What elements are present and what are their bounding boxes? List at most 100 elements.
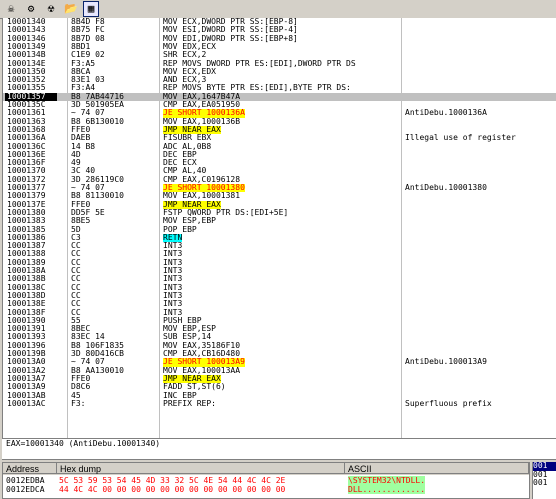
disasm-row[interactable]: 100013AC F3: PREFIX REP: Superfluous prefix [3,400,556,408]
disasm-instruction: INT3 [163,308,183,317]
disasm-row[interactable]: 10001340 8B4D F8 MOV ECX,DWORD PTR SS:[EBP… [3,18,556,26]
disasm-row[interactable]: 10001386 C3 RETN [3,233,556,243]
disasm-row[interactable]: 10001343 8B75 FC MOV ESI,DWORD PTR SS:[EBP… [3,26,556,34]
disasm-row[interactable]: 10001396 B8 106F1835 MOV EAX,35186F10 [3,342,556,350]
folder-icon[interactable]: 📂 [63,1,79,17]
disasm-address: 1000138B [7,275,46,284]
disasm-row[interactable]: 1000134B C1E9 02 SHR ECX,2 [3,51,556,59]
disasm-row[interactable]: 10001389 CC INT3 [3,259,556,267]
disasm-instruction: MOV EDI,DWORD PTR SS:[EBP+8] [163,34,298,43]
disasm-instruction: SUB ESP,14 [163,333,212,342]
disasm-instruction: REP MOVS DWORD PTR ES:[EDI],DWORD PTR DS [163,59,356,68]
disasm-address: 1000134E [7,59,46,68]
disasm-address: 1000135C [7,101,46,109]
disasm-address: 1000138E [7,300,46,309]
disasm-instruction: FISUBR EBX [163,134,212,143]
disasm-row[interactable]: 10001368 FFE0 JMP NEAR EAX [3,125,556,135]
stack-pane[interactable]: 001 001 001 [532,462,556,499]
disasm-row[interactable]: 1000135C 3D 501905EA CMP EAX,EA051950 [3,101,556,109]
disasm-row[interactable]: 10001363 B8 6B130010 MOV EAX,1000136B [3,118,556,126]
disasm-hex: B8 7AB44716 [71,92,124,101]
disasm-row[interactable]: 1000136C 14 B8 ADC AL,0B8 [3,143,556,151]
disasm-instruction: CMP AL,40 [163,167,207,176]
disasm-instruction: MOV ESP,EBP [163,217,216,226]
breakpoints-icon[interactable]: ▦ [83,1,99,17]
disasm-row[interactable]: 10001388 CC INT3 [3,250,556,258]
disasm-row[interactable]: 10001361 ~ 74 07 JE SHORT 1000136A AntiDebu… [3,109,556,118]
stack-row[interactable]: 001 [533,478,556,488]
disasm-hex: CC [71,275,81,284]
disasm-row[interactable]: 1000138C CC INT3 [3,284,556,292]
disasm-row[interactable]: 1000136E 4D DEC EBP [3,151,556,159]
disasm-address: 10001379 [7,192,46,201]
disasm-address: 10001385 [7,225,46,234]
disasm-row[interactable]: 10001393 83EC 14 SUB ESP,14 [3,333,556,341]
disasm-hex: 5D [71,225,81,234]
disasm-row[interactable]: 1000138D CC INT3 [3,292,556,300]
disasm-instruction: MOV EBP,ESP [163,325,216,334]
disasm-row[interactable]: 1000136F 49 DEC ECX [3,159,556,167]
disasm-row[interactable]: 100013A0 ~ 74 07 JE SHORT 100013A9 AntiDebu… [3,358,556,367]
disasm-row[interactable]: 1000134E F3:A5 REP MOVS DWORD PTR ES:[EDI]… [3,60,556,68]
disasm-instruction: MOV ECX,DWORD PTR SS:[EBP-8] [163,18,298,26]
disasm-row[interactable]: 100013A7 FFE0 JMP NEAR EAX [3,374,556,384]
run-icon[interactable]: ☠ [3,1,19,17]
dump-header-address[interactable]: Address [3,463,57,474]
dump-address: 0012EDCA [6,485,45,494]
dump-header-hex[interactable]: Hex dump [57,463,345,474]
disasm-row[interactable]: 10001357 B8 7AB44716 MOV EAX,1647B47A [3,92,556,101]
disasm-hex: CC [71,258,81,267]
disasm-row[interactable]: 1000138A CC INT3 [3,267,556,275]
dump-header: Address Hex dump ASCII [3,463,529,475]
disasm-row[interactable]: 1000137E FFE0 JMP NEAR EAX [3,200,556,209]
disasm-instruction: CMP EAX,C0196128 [163,175,241,184]
disasm-row[interactable]: 10001349 8BD1 MOV EDX,ECX [3,43,556,51]
disasm-row[interactable]: 1000139B 3D 80D416CB CMP EAX,CB16D480 [3,350,556,358]
dump-address: 0012EDBA [6,476,45,485]
disasm-row[interactable]: 10001355 F3:A4 REP MOVS BYTE PTR ES:[EDI],… [3,84,556,92]
disasm-hex: CC [71,308,81,317]
disasm-row[interactable]: 10001391 8BEC MOV EBP,ESP [3,325,556,333]
disasm-row[interactable]: 10001370 3C 40 CMP AL,40 [3,167,556,175]
disasm-address: 10001383 [7,217,46,226]
disasm-row[interactable]: 10001380 DD5F 5E FSTP QWORD PTR DS:[EDI+5E… [3,209,556,217]
disasm-instruction: INT3 [163,300,183,309]
disasm-row[interactable]: 10001350 8BCA MOV ECX,EDX [3,68,556,76]
disasm-address: 10001387 [7,242,46,251]
disasm-instruction: CMP EAX,EA051950 [163,101,241,109]
disasm-row[interactable]: 10001352 83E1 03 AND ECX,3 [3,76,556,84]
disasm-instruction: INC EBP [163,391,197,400]
disasm-instruction: JMP NEAR EAX [163,200,221,209]
dump-row[interactable]: 0012EDBA 5C 53 59 53 54 45 4D 33 32 5C 4E… [3,476,529,485]
cpu-icon[interactable]: ⚙ [23,1,39,17]
disasm-row[interactable]: 1000138E CC INT3 [3,300,556,308]
dump-header-ascii[interactable]: ASCII [345,463,529,474]
hex-dump-pane[interactable]: Address Hex dump ASCII 0012EDBA 5C 53 59 … [2,462,530,499]
disasm-row[interactable]: 100013A2 B8 AA130010 MOV EAX,100013AA [3,367,556,375]
disasm-row[interactable]: 1000138F CC INT3 [3,309,556,317]
disasm-row[interactable]: 10001390 55 PUSH EBP [3,317,556,325]
disasm-hex: 3C 40 [71,167,96,176]
disasm-address: 1000136A [7,134,46,143]
disasm-row[interactable]: 10001372 3D 286119C0 CMP EAX,C0196128 [3,176,556,184]
disasm-row[interactable]: 1000136A DAEB FISUBR EBX Illegal use of reg… [3,134,556,142]
disasm-address: 10001370 [7,167,46,176]
disasm-address: 100013A2 [7,366,46,375]
radiation-icon[interactable]: ☢ [43,1,59,17]
disasm-instruction: JE SHORT 100013A9 [163,358,245,367]
disasm-row[interactable]: 100013A9 D8C6 FADD ST,ST(6) [3,383,556,391]
disasm-address: 10001361 [7,109,46,118]
disasm-row[interactable]: 10001346 8B7D 08 MOV EDI,DWORD PTR SS:[EBP… [3,35,556,43]
disasm-row[interactable]: 10001385 5D POP EBP [3,226,556,234]
disasm-hex: 55 [71,316,81,325]
disassembly-pane[interactable]: 10001340 8B4D F8 MOV ECX,DWORD PTR SS:[EBP… [2,18,556,438]
disasm-row[interactable]: 10001379 B8 81130010 MOV EAX,10001381 [3,192,556,200]
disasm-row[interactable]: 10001377 ~ 74 07 JE SHORT 10001380 AntiDebu… [3,184,556,193]
dump-row[interactable]: 0012EDCA 44 4C 4C 00 00 00 00 00 00 00 00… [3,485,529,494]
disasm-row[interactable]: 10001387 CC INT3 [3,242,556,250]
disasm-hex: 8BEC [71,325,91,334]
disasm-row[interactable]: 10001383 8BE5 MOV ESP,EBP [3,217,556,225]
disasm-row[interactable]: 1000138B CC INT3 [3,275,556,283]
dump-hex: 5C 53 59 53 54 45 4D 33 32 5C 4E 54 44 4… [59,476,286,485]
disasm-row[interactable]: 100013AB 45 INC EBP [3,392,556,400]
